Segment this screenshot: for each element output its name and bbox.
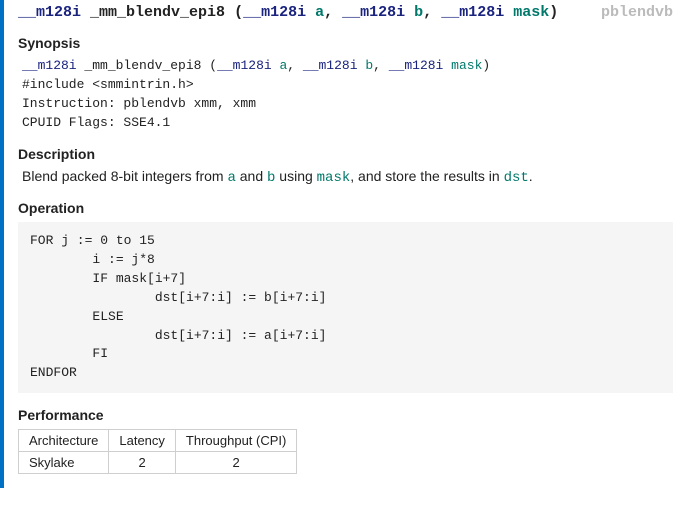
- operation-block: FOR j := 0 to 15 i := j*8 IF mask[i+7] d…: [18, 222, 673, 393]
- performance-title: Performance: [18, 407, 673, 423]
- instruction-tag: pblendvb: [601, 4, 673, 21]
- description-title: Description: [18, 146, 673, 162]
- col-throughput: Throughput (CPI): [175, 430, 296, 452]
- signature-header: __m128i _mm_blendv_epi8 (__m128i a, __m1…: [18, 4, 673, 21]
- performance-table: Architecture Latency Throughput (CPI) Sk…: [18, 429, 297, 474]
- cpuid-line: CPUID Flags: SSE4.1: [22, 114, 673, 133]
- param-name: a: [315, 4, 324, 21]
- synopsis-signature: __m128i _mm_blendv_epi8 (__m128i a, __m1…: [22, 57, 673, 76]
- description-text: Blend packed 8-bit integers from a and b…: [22, 168, 673, 186]
- table-row: Skylake 2 2: [19, 452, 297, 474]
- param-name: mask: [513, 4, 549, 21]
- function-name: _mm_blendv_epi8: [90, 4, 225, 21]
- operation-title: Operation: [18, 200, 673, 216]
- table-header-row: Architecture Latency Throughput (CPI): [19, 430, 297, 452]
- col-latency: Latency: [109, 430, 176, 452]
- synopsis-title: Synopsis: [18, 35, 673, 51]
- include-line: #include <smmintrin.h>: [22, 76, 673, 95]
- param-type: __m128i: [243, 4, 306, 21]
- return-type: __m128i: [18, 4, 81, 21]
- cell-latency: 2: [109, 452, 176, 474]
- operation-code: FOR j := 0 to 15 i := j*8 IF mask[i+7] d…: [30, 232, 661, 383]
- instruction-line: Instruction: pblendvb xmm, xmm: [22, 95, 673, 114]
- param-type: __m128i: [342, 4, 405, 21]
- cell-architecture: Skylake: [19, 452, 109, 474]
- synopsis-block: __m128i _mm_blendv_epi8 (__m128i a, __m1…: [22, 57, 673, 132]
- param-type: __m128i: [441, 4, 504, 21]
- col-architecture: Architecture: [19, 430, 109, 452]
- cell-throughput: 2: [175, 452, 296, 474]
- param-name: b: [414, 4, 423, 21]
- intrinsic-entry: __m128i _mm_blendv_epi8 (__m128i a, __m1…: [0, 0, 687, 488]
